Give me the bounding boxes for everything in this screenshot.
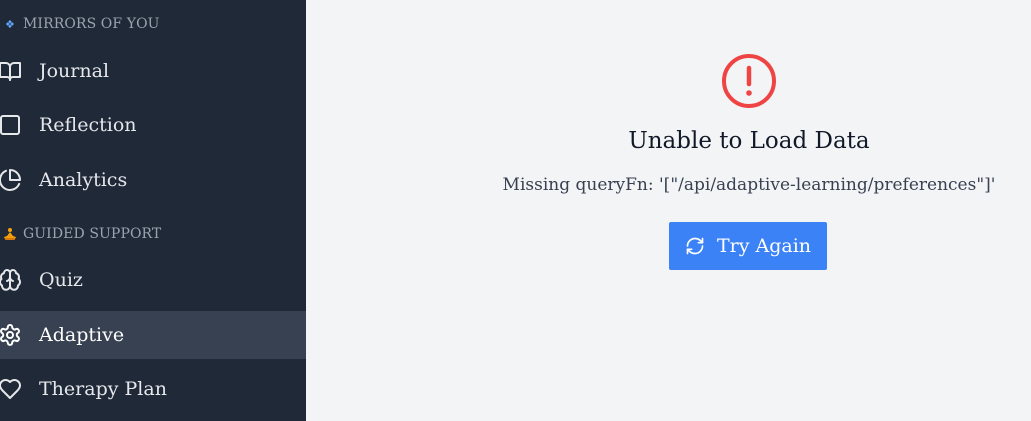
main-content: Unable to Load Data Missing queryFn: '["… <box>306 0 1031 421</box>
pie-chart-icon <box>0 168 22 192</box>
error-title: Unable to Load Data <box>628 128 870 154</box>
sidebar: ❖ MIRRORS OF YOU Journal Reflection Anal… <box>0 0 306 421</box>
book-open-icon <box>0 59 22 83</box>
heart-icon <box>0 377 22 401</box>
section-header-label: GUIDED SUPPORT <box>23 226 162 242</box>
sidebar-item-journal[interactable]: Journal <box>0 47 306 95</box>
error-message: Missing queryFn: '["/api/adaptive-learni… <box>502 175 996 195</box>
sidebar-item-label: Therapy Plan <box>39 378 167 400</box>
sidebar-item-label: Reflection <box>39 114 137 136</box>
sidebar-item-quiz[interactable]: Quiz <box>0 256 306 304</box>
brain-icon <box>0 268 22 292</box>
gear-icon <box>0 323 22 347</box>
try-again-button[interactable]: Try Again <box>669 222 827 270</box>
section-header-guided-support: GUIDED SUPPORT <box>3 226 161 242</box>
sidebar-item-adaptive[interactable]: Adaptive <box>0 311 306 359</box>
section-header-label: MIRRORS OF YOU <box>23 16 160 32</box>
sidebar-item-analytics[interactable]: Analytics <box>0 156 306 204</box>
app-window: ❖ MIRRORS OF YOU Journal Reflection Anal… <box>0 0 1031 421</box>
sidebar-item-label: Adaptive <box>39 324 125 346</box>
alert-circle-icon <box>720 52 778 110</box>
sidebar-item-therapy-plan[interactable]: Therapy Plan <box>0 365 306 413</box>
square-icon <box>0 113 22 137</box>
sidebar-item-label: Journal <box>39 60 110 82</box>
refresh-icon <box>685 236 705 256</box>
sidebar-item-label: Quiz <box>39 269 83 291</box>
meditation-icon <box>3 227 17 241</box>
section-header-mirrors-of-you: ❖ MIRRORS OF YOU <box>3 16 160 32</box>
sidebar-item-reflection[interactable]: Reflection <box>0 101 306 149</box>
try-again-label: Try Again <box>716 235 812 257</box>
diamond-icon: ❖ <box>5 17 15 31</box>
sidebar-item-label: Analytics <box>39 169 128 191</box>
